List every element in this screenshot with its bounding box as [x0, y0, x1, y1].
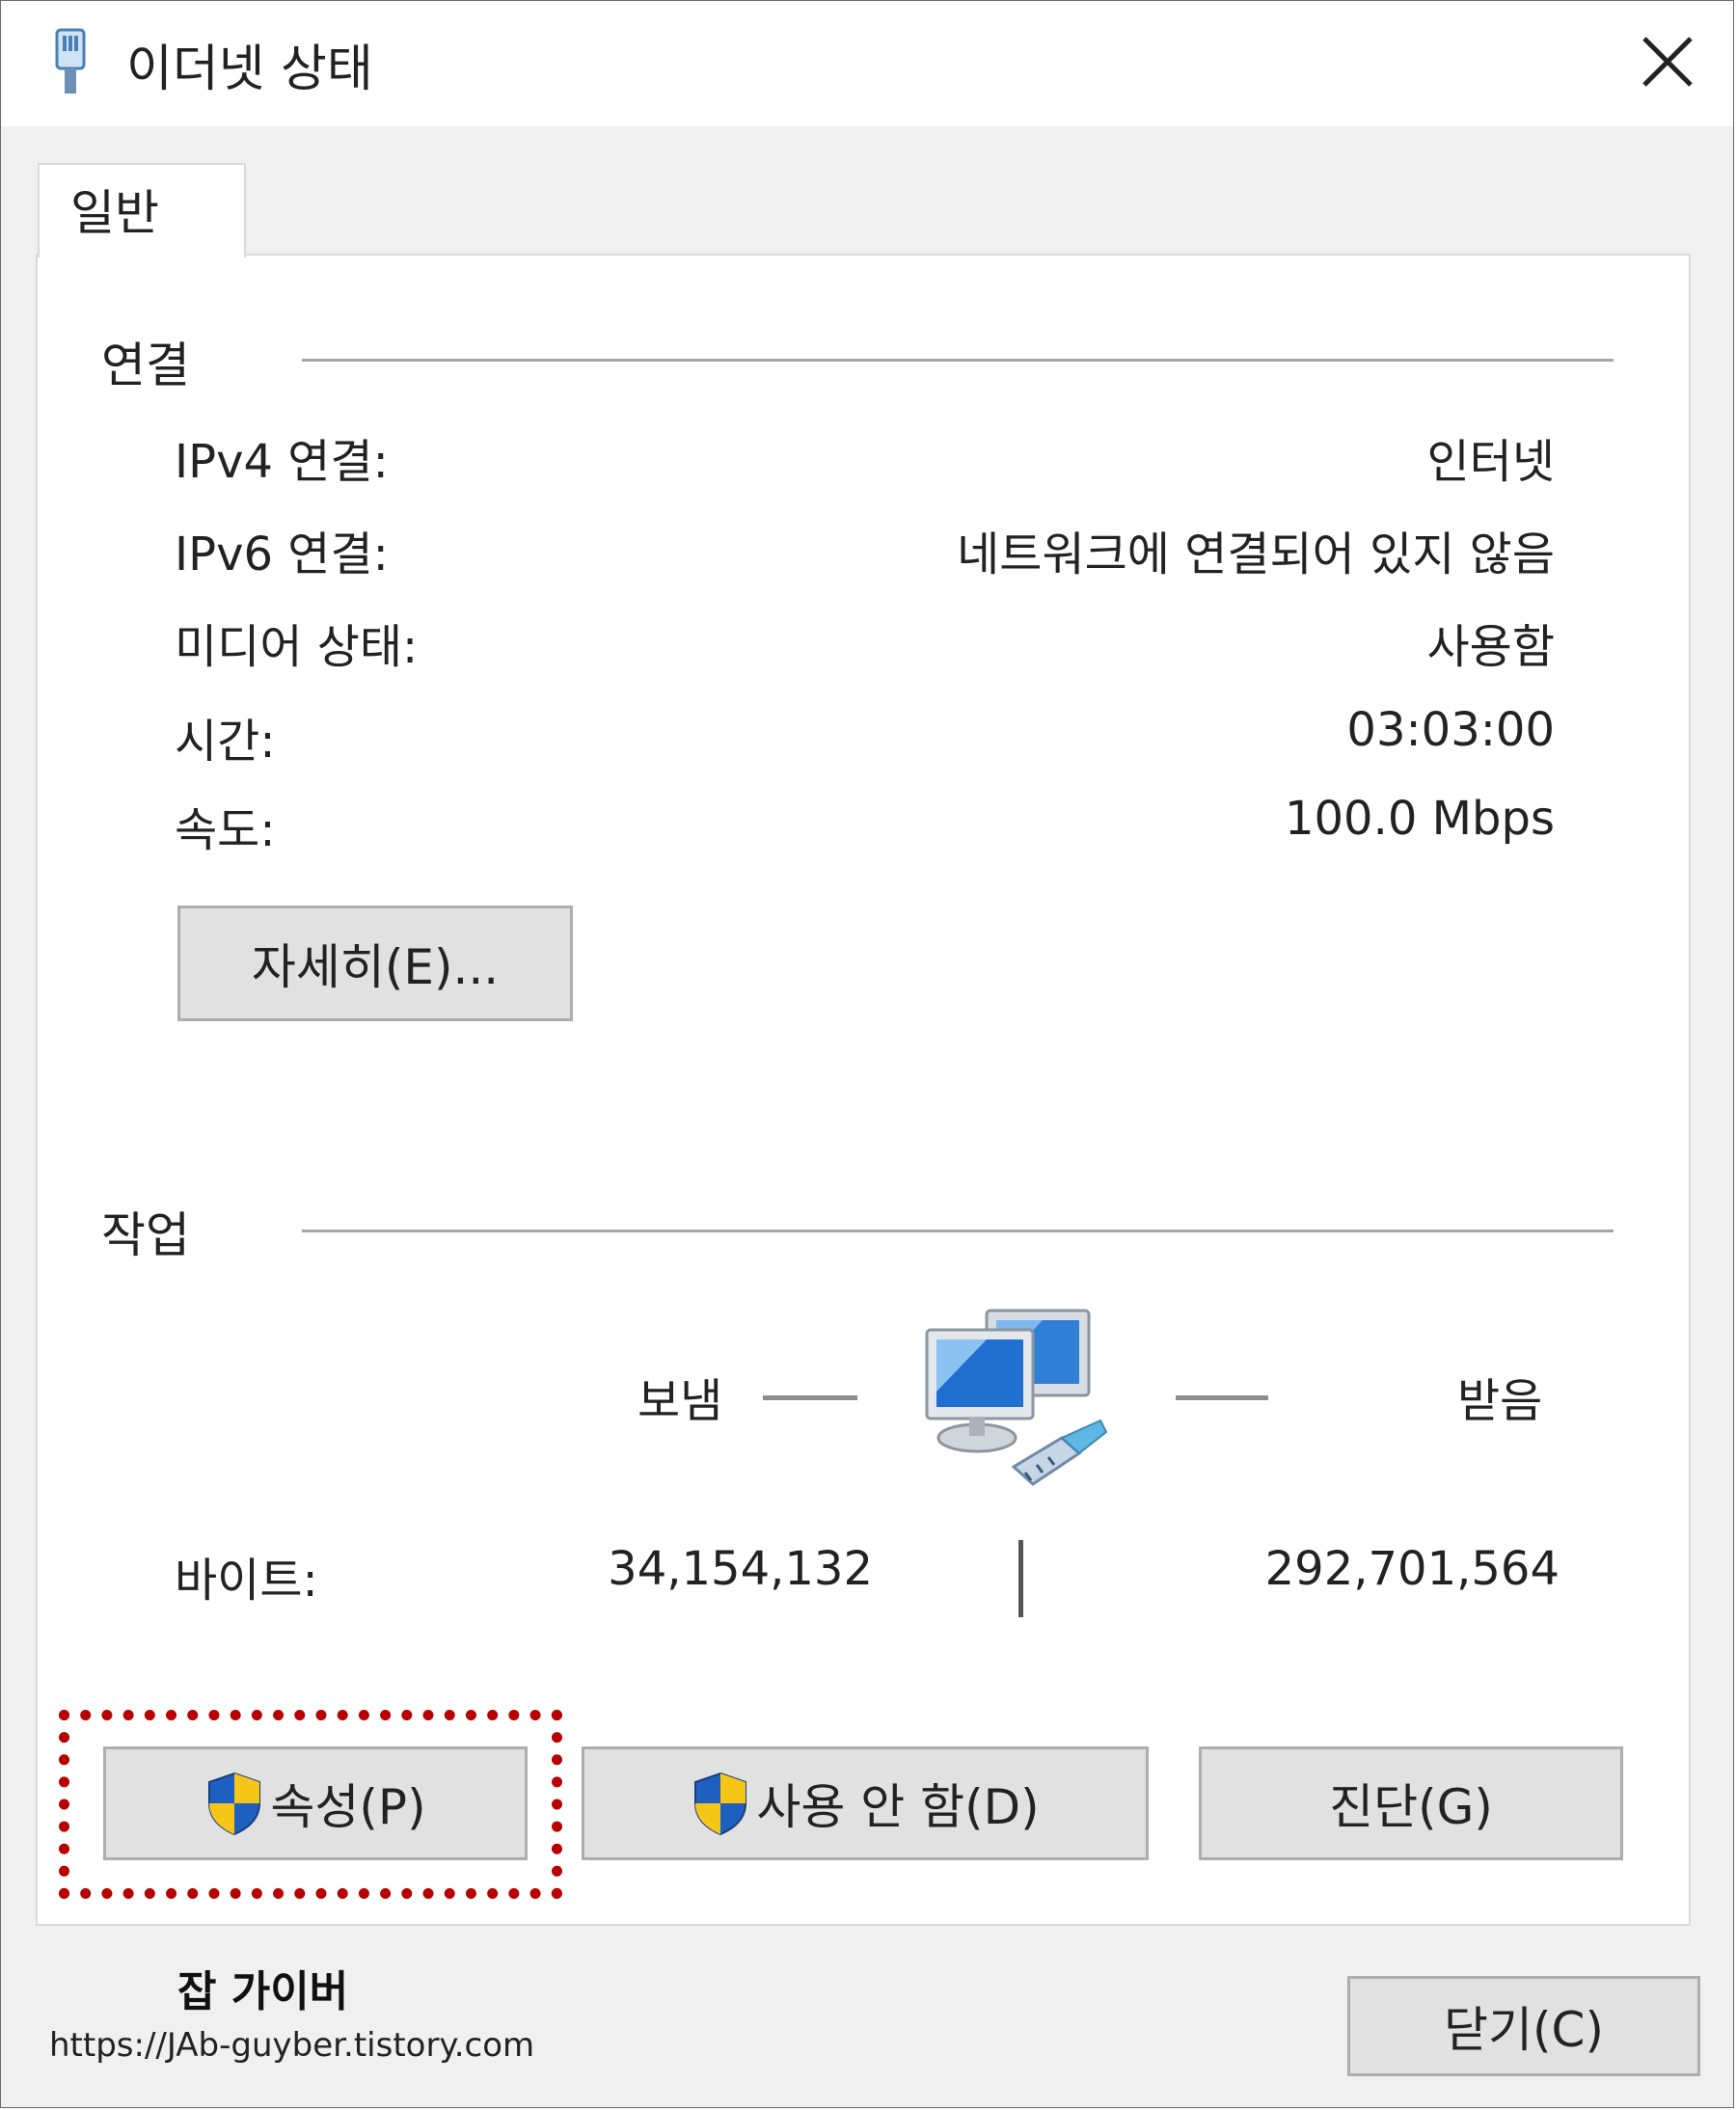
bytes-sent-value: 34,154,132 [608, 1542, 873, 1596]
tab-general-label: 일반 [70, 185, 159, 241]
close-button[interactable]: 닫기(C) [1347, 1976, 1700, 2076]
watermark-name: 잡 가이버 [177, 1967, 349, 2016]
close-button-label: 닫기(C) [1444, 2002, 1604, 2058]
activity-divider [302, 1230, 1614, 1232]
media-state-label: 미디어 상태: [175, 620, 419, 674]
connection-divider [302, 359, 1614, 362]
bytes-received-value: 292,701,564 [1264, 1542, 1560, 1596]
ethernet-icon [55, 28, 86, 94]
duration-value: 03:03:00 [1346, 703, 1555, 757]
close-icon[interactable] [1631, 25, 1704, 98]
received-dash [1176, 1395, 1268, 1400]
bytes-label: 바이트: [175, 1554, 318, 1608]
tab-general[interactable]: 일반 [38, 163, 246, 257]
activity-heading: 작업 [101, 1207, 190, 1263]
sent-label: 보냄 [637, 1374, 723, 1428]
duration-label: 시간: [175, 715, 276, 769]
ipv6-label: IPv6 연결: [175, 528, 389, 582]
uac-shield-icon [694, 1772, 747, 1836]
details-button-label: 자세히(E)... [251, 939, 500, 995]
properties-highlight-box [59, 1710, 562, 1899]
speed-value: 100.0 Mbps [1284, 792, 1555, 846]
ipv4-label: IPv4 연결: [175, 435, 389, 489]
speed-label: 속도: [175, 803, 276, 857]
window-title: 이더넷 상태 [126, 41, 373, 98]
network-computers-icon [925, 1309, 1108, 1486]
connection-heading: 연결 [101, 338, 190, 393]
title-bar: 이더넷 상태 [1, 1, 1733, 126]
diagnose-button-label: 진단(G) [1329, 1779, 1493, 1835]
general-panel [36, 254, 1691, 1926]
media-state-value: 사용함 [1426, 620, 1555, 674]
disable-button[interactable]: 사용 안 함(D) [582, 1746, 1149, 1860]
diagnose-button[interactable]: 진단(G) [1199, 1746, 1623, 1860]
ethernet-status-window: 이더넷 상태 일반 연결 IPv4 연결: 인터넷 IPv6 연결: 네트워크에… [0, 0, 1734, 2108]
details-button[interactable]: 자세히(E)... [177, 906, 573, 1021]
ipv4-value: 인터넷 [1426, 435, 1555, 489]
ipv6-value: 네트워크에 연결되어 있지 않음 [957, 528, 1555, 582]
disable-button-label: 사용 안 함(D) [756, 1779, 1040, 1835]
received-label: 받음 [1457, 1374, 1543, 1428]
sent-dash [763, 1395, 857, 1400]
bytes-separator [1018, 1540, 1023, 1617]
watermark-url: https://JAb-guyber.tistory.com [49, 2026, 535, 2065]
